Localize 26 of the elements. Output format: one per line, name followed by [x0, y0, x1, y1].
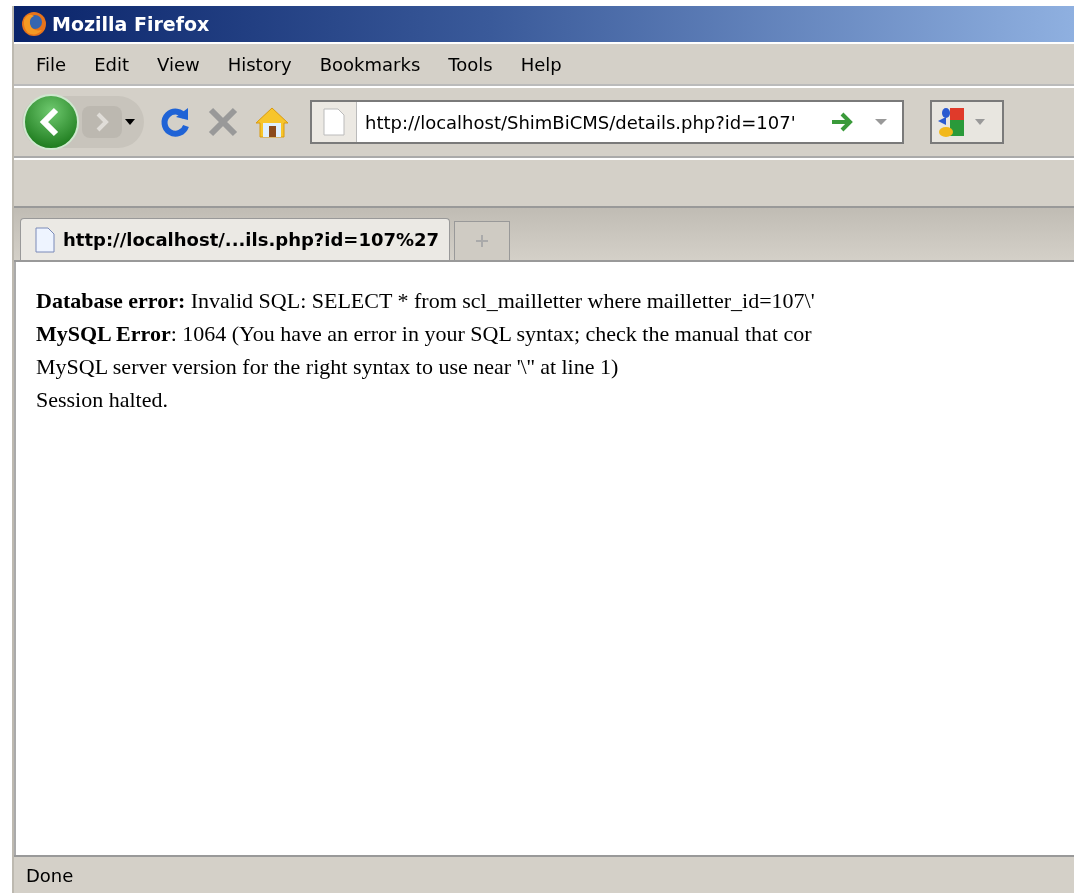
stop-icon[interactable]: [206, 105, 240, 139]
search-engine-button[interactable]: [930, 100, 1004, 144]
menu-item[interactable]: Tools: [434, 53, 507, 75]
home-icon[interactable]: [254, 105, 290, 139]
firefox-icon: [20, 10, 48, 38]
menu-item[interactable]: History: [213, 53, 306, 75]
menu-item[interactable]: Bookmarks: [305, 53, 435, 75]
menu-item[interactable]: Edit: [80, 53, 143, 75]
menu-item[interactable]: Help: [506, 53, 576, 75]
browser-tab[interactable]: http://localhost/...ils.php?id=107%27: [20, 218, 451, 260]
window-title: Mozilla Firefox: [52, 13, 210, 35]
error-text: Session halted.: [36, 386, 168, 414]
status-text: Done: [26, 864, 74, 886]
go-arrow-icon[interactable]: [830, 112, 854, 132]
menu-item[interactable]: View: [143, 53, 214, 75]
error-text: MySQL Error: 1064 (You have an error in your SQL syntax; check the manual that cor: [36, 320, 812, 348]
page-icon: [35, 226, 55, 253]
back-button[interactable]: [22, 93, 80, 151]
page-icon: [323, 108, 345, 136]
address-field[interactable]: http://localhost/ShimBiCMS/details.php?id=107': [357, 110, 830, 134]
plus-icon: [475, 234, 490, 248]
error-text: Database error: Invalid SQL: SELECT * from scl_mailletter where mailletter_id=107\': [36, 287, 815, 315]
dropdown-icon[interactable]: [124, 118, 136, 126]
address-bar[interactable]: http://localhost/ShimBiCMS/details.php?id=107': [310, 100, 904, 144]
error-text: MySQL server version for the right syntax to use near '\'' at line 1): [36, 353, 619, 381]
menu-item[interactable]: File: [22, 53, 81, 75]
